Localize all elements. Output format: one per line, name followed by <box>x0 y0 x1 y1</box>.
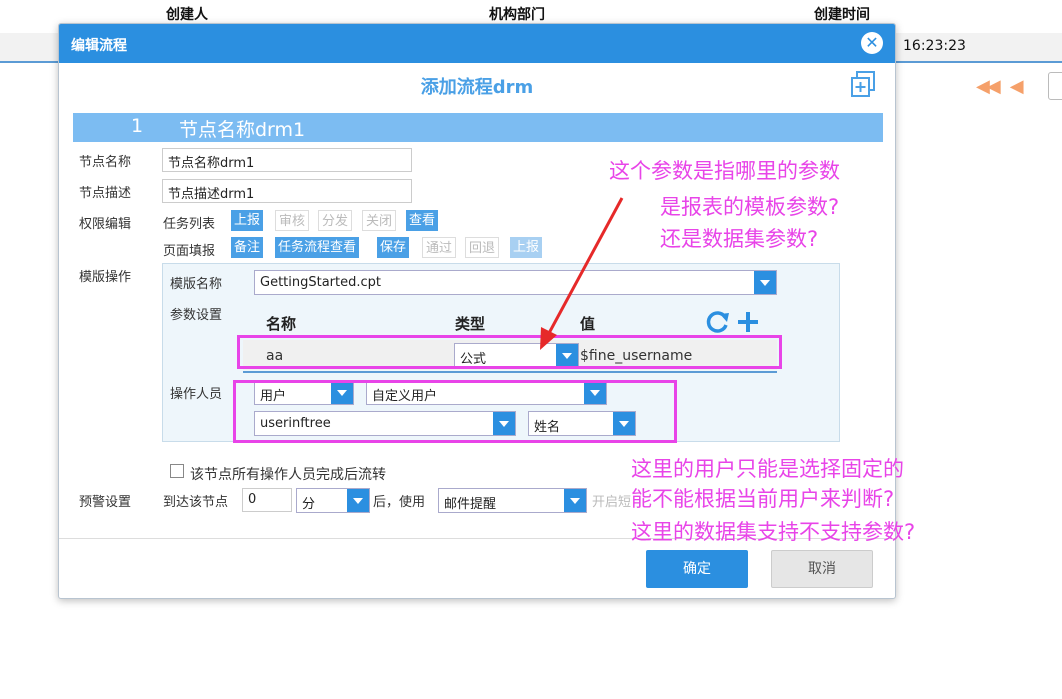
annotation-arrow <box>540 197 624 350</box>
note-line-1: 这个参数是指哪里的参数 <box>609 159 840 183</box>
note-line-3: 还是数据集参数? <box>660 227 819 251</box>
note-line-5: 能不能根据当前用户来判断? <box>631 487 895 511</box>
note-line-6: 这里的数据集支持不支持参数? <box>631 520 916 544</box>
note-line-4: 这里的用户只能是选择固定的 <box>631 457 904 481</box>
note-line-2: 是报表的模板参数? <box>660 195 840 219</box>
